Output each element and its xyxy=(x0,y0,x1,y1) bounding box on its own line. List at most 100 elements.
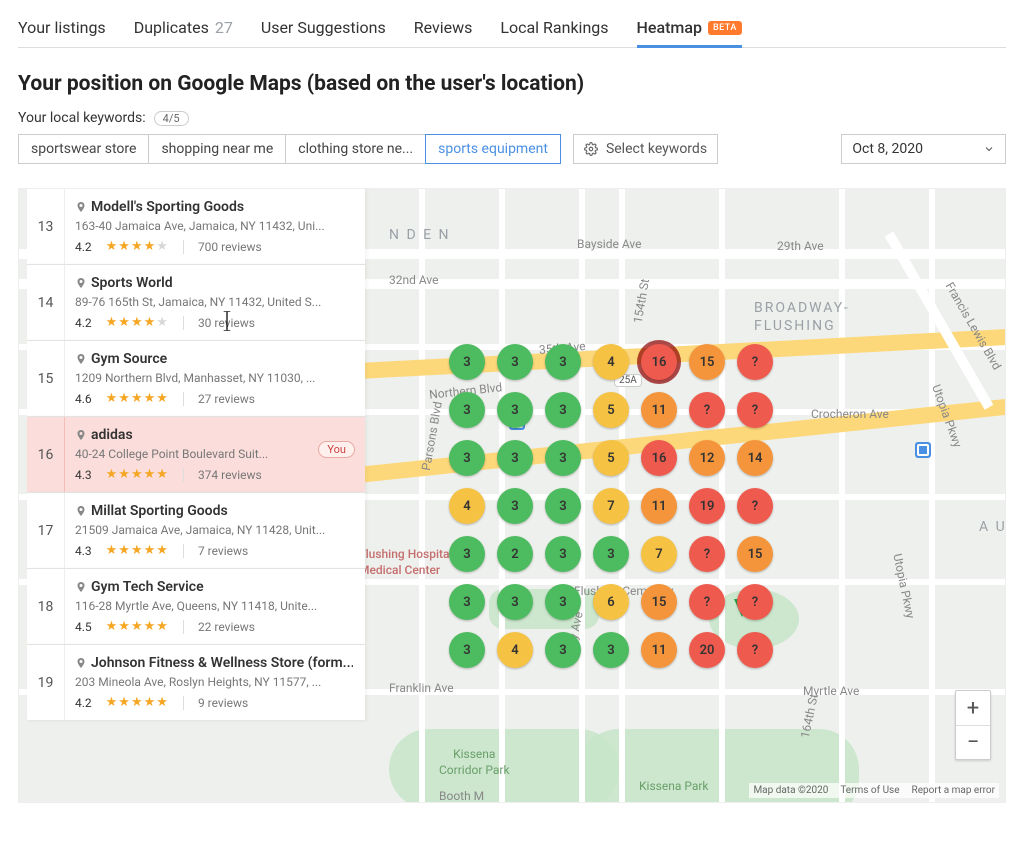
heatmap-dot[interactable]: 3 xyxy=(545,392,581,428)
chevron-down-icon xyxy=(983,143,995,155)
heatmap-dot[interactable]: ? xyxy=(689,392,725,428)
heatmap-dot[interactable]: 15 xyxy=(737,536,773,572)
heatmap-dot[interactable]: 7 xyxy=(593,488,629,524)
select-keywords-button[interactable]: Select keywords xyxy=(573,134,718,164)
heatmap-dot[interactable]: 19 xyxy=(689,488,725,524)
heatmap-dot[interactable]: 14 xyxy=(737,440,773,476)
divider xyxy=(183,544,184,558)
heatmap-dot[interactable]: 16 xyxy=(641,440,677,476)
heatmap-dot[interactable]: 3 xyxy=(449,344,485,380)
tab-listings[interactable]: Your listings xyxy=(18,18,106,37)
keyword-chip-0[interactable]: sportswear store xyxy=(18,134,149,164)
heatmap-dot[interactable]: 3 xyxy=(449,584,485,620)
tab-duplicates-count: 27 xyxy=(215,18,233,37)
divider xyxy=(183,468,184,482)
listing-card[interactable]: 15Gym Source1209 Northern Blvd, Manhasse… xyxy=(27,341,365,417)
heatmap-dot[interactable]: 11 xyxy=(641,488,677,524)
heatmap-dot[interactable]: 3 xyxy=(545,344,581,380)
keyword-chip-3[interactable]: sports equipment xyxy=(425,134,561,164)
tab-suggestions[interactable]: User Suggestions xyxy=(261,18,386,37)
heatmap-dot[interactable]: 3 xyxy=(497,584,533,620)
heatmap-dot[interactable]: 3 xyxy=(449,392,485,428)
listing-reviews: 22 reviews xyxy=(198,620,255,634)
tab-rankings[interactable]: Local Rankings xyxy=(500,18,608,37)
date-picker[interactable]: Oct 8, 2020 xyxy=(841,134,1006,164)
zoom-out-button[interactable]: − xyxy=(956,725,990,759)
listing-address: 40-24 College Point Boulevard Suit... xyxy=(75,447,353,461)
zoom-in-button[interactable]: + xyxy=(956,691,990,725)
listing-card[interactable]: 14Sports World89-76 165th St, Jamaica, N… xyxy=(27,265,365,341)
map-container[interactable]: N D E N Bayside Ave 29th Ave 32nd Ave BR… xyxy=(18,188,1006,803)
heatmap-dot[interactable]: 3 xyxy=(545,584,581,620)
listing-rating: 4.3 xyxy=(75,468,92,482)
heatmap-dot[interactable]: 3 xyxy=(497,488,533,524)
heatmap-dot[interactable]: 3 xyxy=(545,488,581,524)
heatmap-dot[interactable]: ? xyxy=(689,536,725,572)
heatmap-dot[interactable]: 15 xyxy=(641,584,677,620)
listing-reviews: 30 reviews xyxy=(198,316,255,330)
pin-icon xyxy=(75,504,87,518)
tab-heatmap[interactable]: Heatmap BETA xyxy=(637,18,742,37)
heatmap-dot[interactable]: 2 xyxy=(497,536,533,572)
heatmap-dot[interactable]: 12 xyxy=(689,440,725,476)
map-report-link[interactable]: Report a map error xyxy=(912,785,995,796)
heatmap-dot[interactable]: 3 xyxy=(449,536,485,572)
heatmap-dot[interactable]: 3 xyxy=(545,632,581,668)
listing-address: 1209 Northern Blvd, Manhasset, NY 11030,… xyxy=(75,371,353,385)
gear-icon xyxy=(584,142,598,156)
you-badge: You xyxy=(318,441,355,458)
heatmap-dot[interactable]: 3 xyxy=(545,536,581,572)
listing-card[interactable]: 13Modell's Sporting Goods163-40 Jamaica … xyxy=(27,189,365,265)
heatmap-dot[interactable]: 3 xyxy=(449,632,485,668)
divider xyxy=(183,620,184,634)
heatmap-dot[interactable]: 5 xyxy=(593,392,629,428)
listing-rating: 4.2 xyxy=(75,696,92,710)
heatmap-dot[interactable]: 3 xyxy=(449,440,485,476)
listing-name: Millat Sporting Goods xyxy=(75,503,353,519)
heatmap-dot[interactable]: 11 xyxy=(641,632,677,668)
heatmap-dot[interactable]: 6 xyxy=(593,584,629,620)
keyword-chip-1[interactable]: shopping near me xyxy=(148,134,286,164)
tab-reviews[interactable]: Reviews xyxy=(414,18,473,37)
heatmap-dot[interactable]: 3 xyxy=(545,440,581,476)
heatmap-dot[interactable]: ? xyxy=(737,584,773,620)
divider xyxy=(183,316,184,330)
heatmap-dot[interactable]: 3 xyxy=(497,440,533,476)
listing-card[interactable]: 16Youadidas40-24 College Point Boulevard… xyxy=(27,417,365,493)
heatmap-dot[interactable]: ? xyxy=(737,344,773,380)
heatmap-dot[interactable]: 4 xyxy=(449,488,485,524)
keyword-count-pill: 4/5 xyxy=(154,111,189,126)
listings-panel[interactable]: 13Modell's Sporting Goods163-40 Jamaica … xyxy=(27,189,365,721)
heatmap-dot[interactable]: ? xyxy=(737,632,773,668)
listing-rank: 15 xyxy=(27,341,65,416)
heatmap-dot[interactable]: 4 xyxy=(497,632,533,668)
pin-icon xyxy=(75,352,87,366)
pin-icon xyxy=(75,200,87,214)
heatmap-dot[interactable]: ? xyxy=(737,392,773,428)
heatmap-dot[interactable]: 4 xyxy=(593,344,629,380)
heatmap-dot[interactable]: 16 xyxy=(641,344,677,380)
heatmap-dot[interactable]: 3 xyxy=(593,632,629,668)
tab-duplicates-label: Duplicates xyxy=(134,18,209,37)
listing-card[interactable]: 19Johnson Fitness & Wellness Store (form… xyxy=(27,645,365,721)
heatmap-dot[interactable]: 15 xyxy=(689,344,725,380)
listing-name: Gym Tech Service xyxy=(75,579,353,595)
heatmap-dot[interactable]: 3 xyxy=(497,392,533,428)
heatmap-dot[interactable]: 11 xyxy=(641,392,677,428)
pin-icon xyxy=(75,580,87,594)
keyword-chip-2[interactable]: clothing store ne... xyxy=(285,134,426,164)
heatmap-dot[interactable]: 3 xyxy=(497,344,533,380)
heatmap-dot[interactable]: 3 xyxy=(593,536,629,572)
listing-card[interactable]: 18Gym Tech Service116-28 Myrtle Ave, Que… xyxy=(27,569,365,645)
heatmap-dot[interactable]: ? xyxy=(737,488,773,524)
listing-rank: 13 xyxy=(27,189,65,264)
divider xyxy=(183,696,184,710)
heatmap-dot[interactable]: ? xyxy=(689,584,725,620)
heatmap-dot[interactable]: 5 xyxy=(593,440,629,476)
tab-duplicates[interactable]: Duplicates 27 xyxy=(134,18,233,37)
map-terms-link[interactable]: Terms of Use xyxy=(840,785,899,796)
heatmap-dot[interactable]: 7 xyxy=(641,536,677,572)
heatmap-dot[interactable]: 20 xyxy=(689,632,725,668)
listing-card[interactable]: 17Millat Sporting Goods21509 Jamaica Ave… xyxy=(27,493,365,569)
listing-rank: 18 xyxy=(27,569,65,644)
